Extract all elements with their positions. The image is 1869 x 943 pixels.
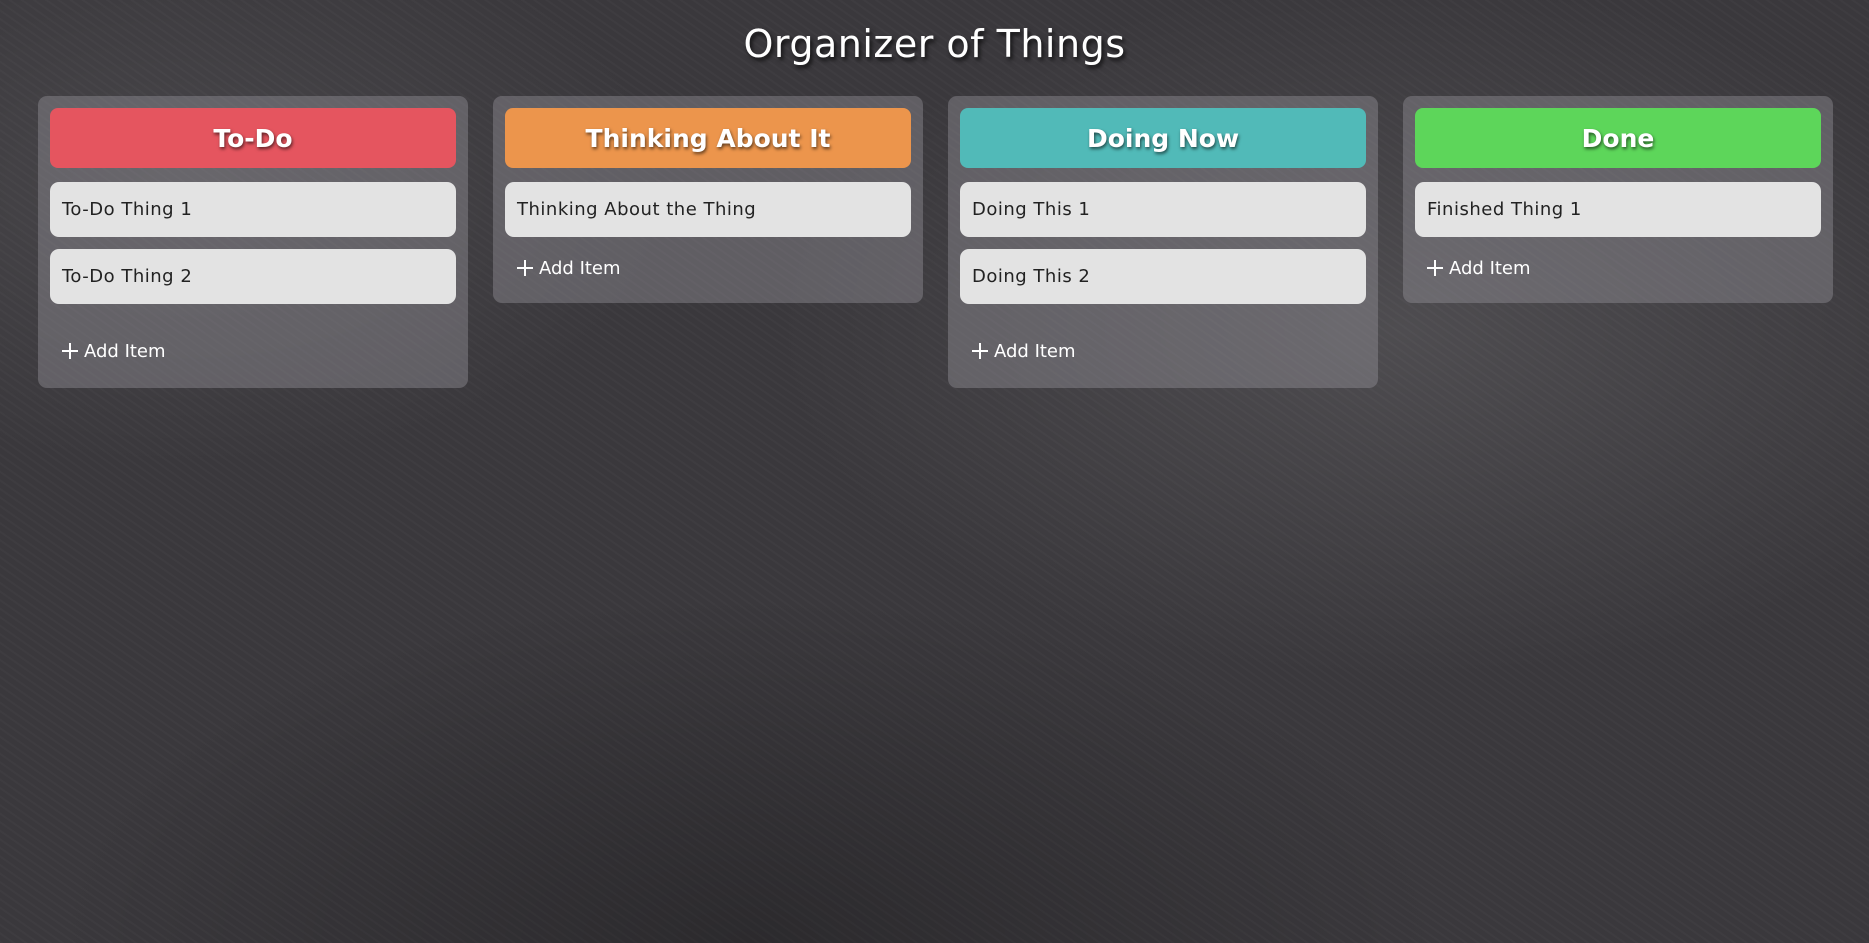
card-item[interactable]: Doing This 2: [960, 249, 1366, 304]
column-todo: To-Do To-Do Thing 1 To-Do Thing 2 Add It…: [38, 96, 468, 388]
page-title: Organizer of Things: [743, 22, 1126, 66]
add-item-label: Add Item: [1449, 257, 1531, 279]
card-item[interactable]: Doing This 1: [960, 182, 1366, 237]
column-doing: Doing Now Doing This 1 Doing This 2 Add …: [948, 96, 1378, 388]
add-item-button-thinking[interactable]: Add Item: [505, 243, 911, 293]
plus-icon: [1427, 260, 1443, 276]
column-header-doing: Doing Now: [960, 108, 1366, 168]
card-item[interactable]: Finished Thing 1: [1415, 182, 1821, 237]
add-item-label: Add Item: [539, 257, 621, 279]
plus-icon: [62, 343, 78, 359]
column-thinking: Thinking About It Thinking About the Thi…: [493, 96, 923, 303]
plus-icon: [972, 343, 988, 359]
add-item-button-doing[interactable]: Add Item: [960, 326, 1366, 376]
plus-icon: [517, 260, 533, 276]
add-item-label: Add Item: [994, 340, 1076, 362]
column-header-done: Done: [1415, 108, 1821, 168]
column-done: Done Finished Thing 1 Add Item: [1403, 96, 1833, 303]
add-item-button-done[interactable]: Add Item: [1415, 243, 1821, 293]
card-item[interactable]: To-Do Thing 2: [50, 249, 456, 304]
board: To-Do To-Do Thing 1 To-Do Thing 2 Add It…: [38, 96, 1833, 388]
column-header-thinking: Thinking About It: [505, 108, 911, 168]
column-header-todo: To-Do: [50, 108, 456, 168]
add-item-label: Add Item: [84, 340, 166, 362]
add-item-button-todo[interactable]: Add Item: [50, 326, 456, 376]
card-item[interactable]: To-Do Thing 1: [50, 182, 456, 237]
card-item[interactable]: Thinking About the Thing: [505, 182, 911, 237]
